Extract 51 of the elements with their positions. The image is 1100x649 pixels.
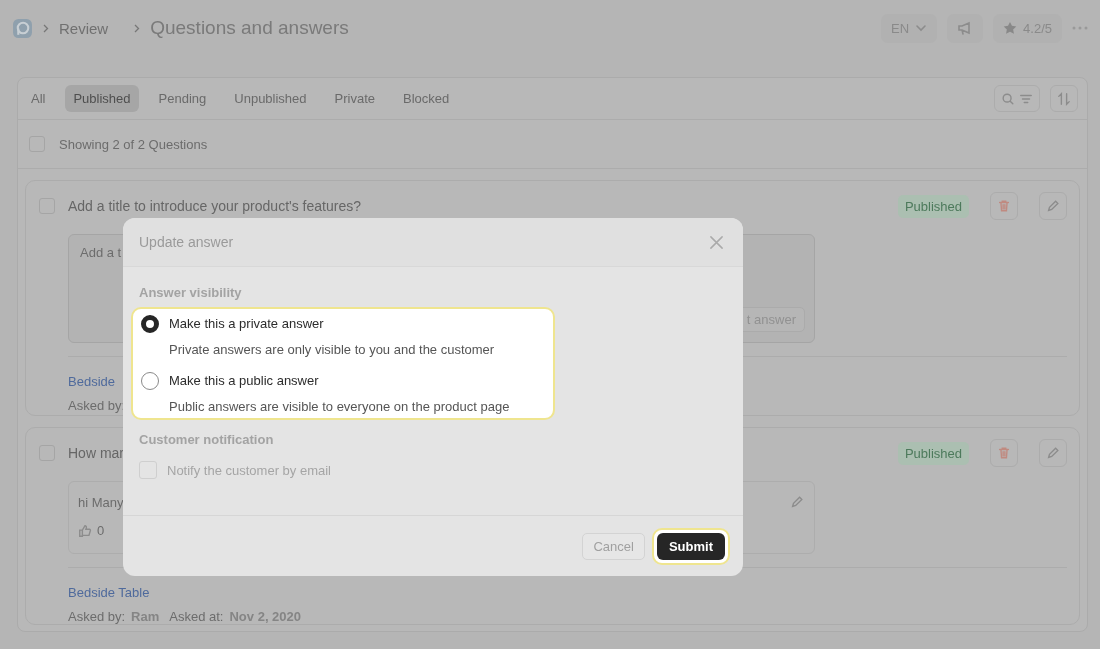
delete-button[interactable] — [990, 192, 1018, 220]
edit-icon — [790, 495, 804, 509]
filter-tab[interactable]: Pending — [150, 85, 215, 112]
chevron-icon — [134, 23, 141, 33]
submit-button[interactable]: Submit — [656, 532, 725, 560]
radio-button[interactable] — [141, 372, 159, 390]
section-label: Customer notification — [139, 432, 275, 447]
announcements-button[interactable] — [947, 13, 984, 43]
asked-at-label: Asked at: — [169, 609, 224, 624]
status-badge: Published — [897, 441, 969, 465]
checkbox-label: Notify the customer by email — [167, 462, 331, 478]
option-label: Make this a public answer — [169, 372, 320, 390]
section-label: Answer visibility — [139, 285, 243, 300]
logo-icon — [12, 17, 33, 39]
star-icon — [1003, 21, 1018, 35]
edit-button[interactable] — [1039, 439, 1067, 467]
search-icon — [1001, 91, 1015, 106]
dialog-title: Update answer — [139, 234, 234, 250]
asked-by-label: Asked by: — [68, 609, 126, 624]
filter-tab[interactable]: Private — [326, 85, 384, 112]
search-filter-button[interactable] — [994, 85, 1040, 112]
product-link[interactable]: Bedside Table — [68, 585, 150, 600]
thumbs-up-icon — [78, 523, 92, 538]
filter-tab[interactable]: All — [23, 85, 54, 112]
pencil-icon — [1046, 446, 1060, 460]
filter-tab[interactable]: Published — [65, 85, 139, 112]
filter-tab[interactable]: Unpublished — [226, 85, 315, 112]
asked-by-label: Asked by: — [68, 398, 126, 413]
delete-button[interactable] — [990, 439, 1018, 467]
result-count: Showing 2 of 2 Questions — [59, 136, 208, 152]
sort-icon — [1057, 91, 1071, 106]
trash-icon — [997, 446, 1011, 460]
page-title: Questions and answers — [150, 17, 349, 39]
like-count: 0 — [97, 523, 105, 538]
radio-button[interactable] — [141, 315, 159, 333]
trash-icon — [997, 199, 1011, 213]
question-title: How mar — [68, 445, 124, 461]
product-link[interactable]: Bedside — [68, 374, 115, 389]
option-description: Public answers are visible to everyone on the product page — [169, 399, 511, 414]
answer-text: hi Many — [78, 495, 124, 510]
filter-tab[interactable]: Blocked — [395, 85, 458, 112]
breadcrumb-link[interactable]: Review — [59, 19, 109, 37]
pencil-icon — [1046, 199, 1060, 213]
question-title: Add a title to introduce your product's features? — [68, 198, 361, 214]
cancel-button[interactable]: Cancel — [582, 532, 645, 560]
option-description: Private answers are only visible to you and the customer — [169, 342, 496, 357]
edit-button[interactable] — [1039, 192, 1067, 220]
status-badge: Published — [897, 194, 969, 218]
option-label: Make this a private answer — [169, 315, 325, 333]
chevron-icon — [43, 23, 49, 33]
sort-button[interactable] — [1050, 85, 1078, 112]
